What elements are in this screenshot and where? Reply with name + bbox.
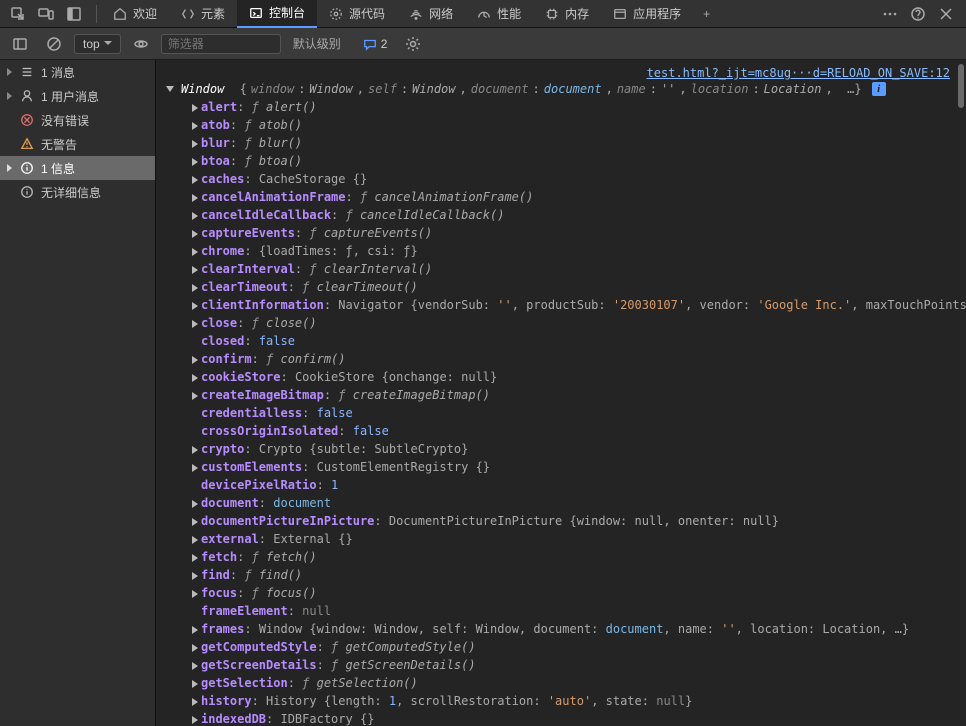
tab-memory[interactable]: 内存 — [533, 0, 601, 28]
sidebar-label: 无警告 — [41, 136, 77, 153]
property-row[interactable]: chrome: {loadTimes: ƒ, csi: ƒ} — [182, 242, 966, 260]
property-row[interactable]: getScreenDetails: ƒ getScreenDetails() — [182, 656, 966, 674]
tab-application[interactable]: 应用程序 — [601, 0, 693, 28]
property-row[interactable]: clientInformation: Navigator {vendorSub:… — [182, 296, 966, 314]
settings-icon[interactable] — [403, 34, 423, 54]
sidebar-label: 1 信息 — [41, 160, 75, 177]
property-row[interactable]: getComputedStyle: ƒ getComputedStyle() — [182, 638, 966, 656]
sidebar-item-errors[interactable]: 没有错误 — [0, 108, 155, 132]
filter-input[interactable] — [161, 34, 281, 54]
property-row[interactable]: close: ƒ close() — [182, 314, 966, 332]
tab-label: 控制台 — [269, 4, 305, 21]
sidebar-item-warnings[interactable]: 无警告 — [0, 132, 155, 156]
property-row[interactable]: createImageBitmap: ƒ createImageBitmap() — [182, 386, 966, 404]
property-row[interactable]: customElements: CustomElementRegistry {} — [182, 458, 966, 476]
log-level-selector[interactable]: 默认级别 — [287, 35, 351, 52]
property-row[interactable]: document: document — [182, 494, 966, 512]
property-row[interactable]: alert: ƒ alert() — [182, 98, 966, 116]
issues-count: 2 — [381, 37, 388, 51]
property-row[interactable]: blur: ƒ blur() — [182, 134, 966, 152]
property-row[interactable]: crossOriginIsolated: false — [182, 422, 966, 440]
property-row[interactable]: crypto: Crypto {subtle: SubtleCrypto} — [182, 440, 966, 458]
sidebar-item-messages[interactable]: 1 消息 — [0, 60, 155, 84]
console-output[interactable]: test.html?_ijt=mc8ug···d=RELOAD_ON_SAVE:… — [156, 60, 966, 726]
property-row[interactable]: cancelIdleCallback: ƒ cancelIdleCallback… — [182, 206, 966, 224]
scrollbar-thumb[interactable] — [958, 64, 964, 108]
property-row[interactable]: focus: ƒ focus() — [182, 584, 966, 602]
info-icon — [19, 160, 35, 176]
tab-console[interactable]: 控制台 — [237, 0, 317, 28]
property-row[interactable]: cancelAnimationFrame: ƒ cancelAnimationF… — [182, 188, 966, 206]
property-row[interactable]: external: External {} — [182, 530, 966, 548]
device-toolbar-icon[interactable] — [36, 4, 56, 24]
tab-network[interactable]: 网络 — [397, 0, 465, 28]
source-link[interactable]: test.html?_ijt=mc8ug···d=RELOAD_ON_SAVE:… — [647, 66, 950, 80]
log-level-label: 默认级别 — [293, 35, 341, 52]
tab-label: 源代码 — [349, 5, 385, 22]
sidebar-toggle-icon[interactable] — [10, 34, 30, 54]
sidebar-item-info[interactable]: 1 信息 — [0, 156, 155, 180]
tab-label: 欢迎 — [133, 5, 157, 22]
property-row[interactable]: devicePixelRatio: 1 — [182, 476, 966, 494]
context-value: top — [83, 37, 100, 51]
property-row[interactable]: fetch: ƒ fetch() — [182, 548, 966, 566]
sidebar-label: 无详细信息 — [41, 184, 101, 201]
property-row[interactable]: atob: ƒ atob() — [182, 116, 966, 134]
tab-label: 应用程序 — [633, 5, 681, 22]
property-row[interactable]: frames: Window {window: Window, self: Wi… — [182, 620, 966, 638]
inspect-element-icon[interactable] — [8, 4, 28, 24]
sidebar-item-user[interactable]: 1 用户消息 — [0, 84, 155, 108]
tab-sources[interactable]: 源代码 — [317, 0, 397, 28]
property-row[interactable]: documentPictureInPicture: DocumentPictur… — [182, 512, 966, 530]
tab-label: 网络 — [429, 5, 453, 22]
add-tab-button[interactable]: + — [693, 0, 720, 28]
error-icon — [19, 112, 35, 128]
help-icon[interactable] — [908, 4, 928, 24]
property-row[interactable]: frameElement: null — [182, 602, 966, 620]
warning-icon — [19, 136, 35, 152]
sidebar-label: 1 消息 — [41, 64, 75, 81]
property-row[interactable]: clearTimeout: ƒ clearTimeout() — [182, 278, 966, 296]
property-row[interactable]: cookieStore: CookieStore {onchange: null… — [182, 368, 966, 386]
clear-console-icon[interactable] — [44, 34, 64, 54]
property-row[interactable]: closed: false — [182, 332, 966, 350]
verbose-icon — [19, 184, 35, 200]
property-row[interactable]: find: ƒ find() — [182, 566, 966, 584]
property-row[interactable]: clearInterval: ƒ clearInterval() — [182, 260, 966, 278]
property-row[interactable]: indexedDB: IDBFactory {} — [182, 710, 966, 726]
property-row[interactable]: captureEvents: ƒ captureEvents() — [182, 224, 966, 242]
tab-welcome[interactable]: 欢迎 — [101, 0, 169, 28]
object-header[interactable]: Window {window: Window, self: Window, do… — [156, 80, 966, 98]
context-selector[interactable]: top — [74, 34, 121, 54]
more-icon[interactable] — [880, 4, 900, 24]
tab-label: 内存 — [565, 5, 589, 22]
property-row[interactable]: credentialless: false — [182, 404, 966, 422]
panel-toggle-icon[interactable] — [64, 4, 84, 24]
user-icon — [19, 88, 35, 104]
info-badge-icon[interactable]: i — [872, 82, 886, 96]
property-row[interactable]: confirm: ƒ confirm() — [182, 350, 966, 368]
property-row[interactable]: getSelection: ƒ getSelection() — [182, 674, 966, 692]
tab-label: 性能 — [497, 5, 521, 22]
issues-button[interactable]: 2 — [357, 37, 394, 51]
sidebar-label: 1 用户消息 — [41, 88, 99, 105]
property-row[interactable]: btoa: ƒ btoa() — [182, 152, 966, 170]
tab-elements[interactable]: 元素 — [169, 0, 237, 28]
sidebar-item-verbose[interactable]: 无详细信息 — [0, 180, 155, 204]
close-icon[interactable] — [936, 4, 956, 24]
tab-label: 元素 — [201, 5, 225, 22]
list-icon — [19, 64, 35, 80]
property-row[interactable]: history: History {length: 1, scrollResto… — [182, 692, 966, 710]
live-expression-icon[interactable] — [131, 34, 151, 54]
tab-performance[interactable]: 性能 — [465, 0, 533, 28]
sidebar-label: 没有错误 — [41, 112, 89, 129]
property-row[interactable]: caches: CacheStorage {} — [182, 170, 966, 188]
